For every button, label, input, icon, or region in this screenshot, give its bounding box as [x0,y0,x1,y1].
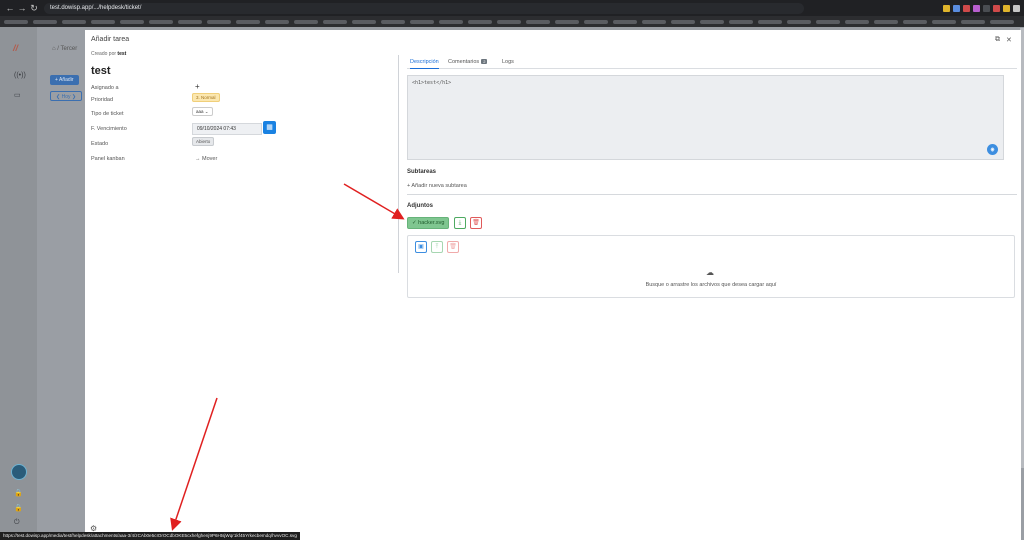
add-button[interactable]: + Añadir [50,75,79,85]
bookmarks-bar [0,16,1024,27]
upload-hint: Busque o arrastre los archivos que desea… [645,282,777,288]
address-bar[interactable]: test.dowisp.app/.../helpdesk/ticket/ [44,2,804,14]
state-badge[interactable]: Abierto [192,137,215,146]
priority-badge[interactable]: 3. Normal [192,93,220,102]
avatar[interactable] [11,464,27,480]
task-name[interactable]: test [91,65,111,77]
attachment-file-chip[interactable]: ✓ hacker.svg [407,217,450,229]
reload-icon[interactable]: ↻ [28,3,40,14]
browse-image-icon[interactable]: ▣ [415,241,427,253]
upload-dropzone[interactable]: ▣ ⤒ 🗑 ☁ Busque o arrastre los archivos q… [407,235,1015,298]
back-icon[interactable]: ← [4,3,16,13]
close-icon[interactable]: ✕ [1006,36,1012,44]
priority-label: Prioridad [91,97,114,103]
kanban-move-button[interactable]: → Mover [195,156,217,162]
upload-all-icon[interactable]: ⤒ [431,241,443,253]
due-date-label: F. Vencimiento [91,126,127,132]
lock-icon-2[interactable]: 🔒 [14,504,23,512]
download-icon[interactable]: ⤓ [454,217,466,229]
power-icon[interactable]: ⏻ [14,519,20,527]
lock-icon[interactable]: 🔒 [14,489,23,497]
tab-description[interactable]: Descripción [410,59,439,69]
section-divider [407,194,1017,195]
tab-logs[interactable]: Logs [502,59,514,65]
broadcast-icon: ((•)) [14,72,26,79]
kanban-label: Panel kanban [91,156,125,162]
cloud-upload-icon: ☁ [706,268,714,277]
description-content: <h1>test</h1> [412,80,452,86]
assign-add-button[interactable]: + [195,82,200,91]
forward-icon[interactable]: → [16,3,28,13]
extension-icons [943,4,1020,12]
breadcrumb: ⌂ / Tercer [52,46,78,52]
modal-title: Añadir tarea [91,36,130,43]
state-label: Estado [91,141,109,147]
due-date-input[interactable]: 09/10/2024 07:43 [192,123,262,135]
ticket-type-select[interactable]: aaa ⌄ [192,107,213,116]
comments-count-badge: 2 [481,59,488,64]
description-editor[interactable]: <h1>test</h1> ◉ [407,75,1004,160]
ticket-type-label: Tipo de ticket [91,111,124,117]
status-bar-link-preview: https://test.dowisp.app/media/test/helpd… [0,532,300,540]
created-by: Creado por test [91,51,127,57]
subtasks-title: Subtareas [407,169,437,175]
chevron-down-icon: ⌄ [204,109,209,114]
attachments-title: Adjuntos [407,203,433,209]
column-divider [398,55,399,273]
delete-icon[interactable]: 🗑 [470,217,482,229]
assigned-label: Asignado a [91,85,119,91]
tab-comments[interactable]: Comentarios 2 [448,59,488,65]
remove-all-icon[interactable]: 🗑 [447,241,459,253]
app-logo: // [13,43,19,53]
browser-toolbar: ← → ↻ test.dowisp.app/.../helpdesk/ticke… [0,0,1024,16]
clipboard-icon: ▭ [14,92,21,99]
preview-eye-icon[interactable]: ◉ [987,144,998,155]
tab-bar: Descripción Comentarios 2 Logs [407,57,1017,69]
add-task-modal: Añadir tarea Creado por test ⧉ ✕ test As… [85,30,1021,540]
add-subtask-button[interactable]: + Añadir nueva subtarea [407,183,467,189]
today-nav-button[interactable]: ❮ Hoy ❯ [50,91,83,101]
expand-icon[interactable]: ⧉ [995,36,1000,44]
calendar-icon[interactable]: ▦ [263,121,276,134]
